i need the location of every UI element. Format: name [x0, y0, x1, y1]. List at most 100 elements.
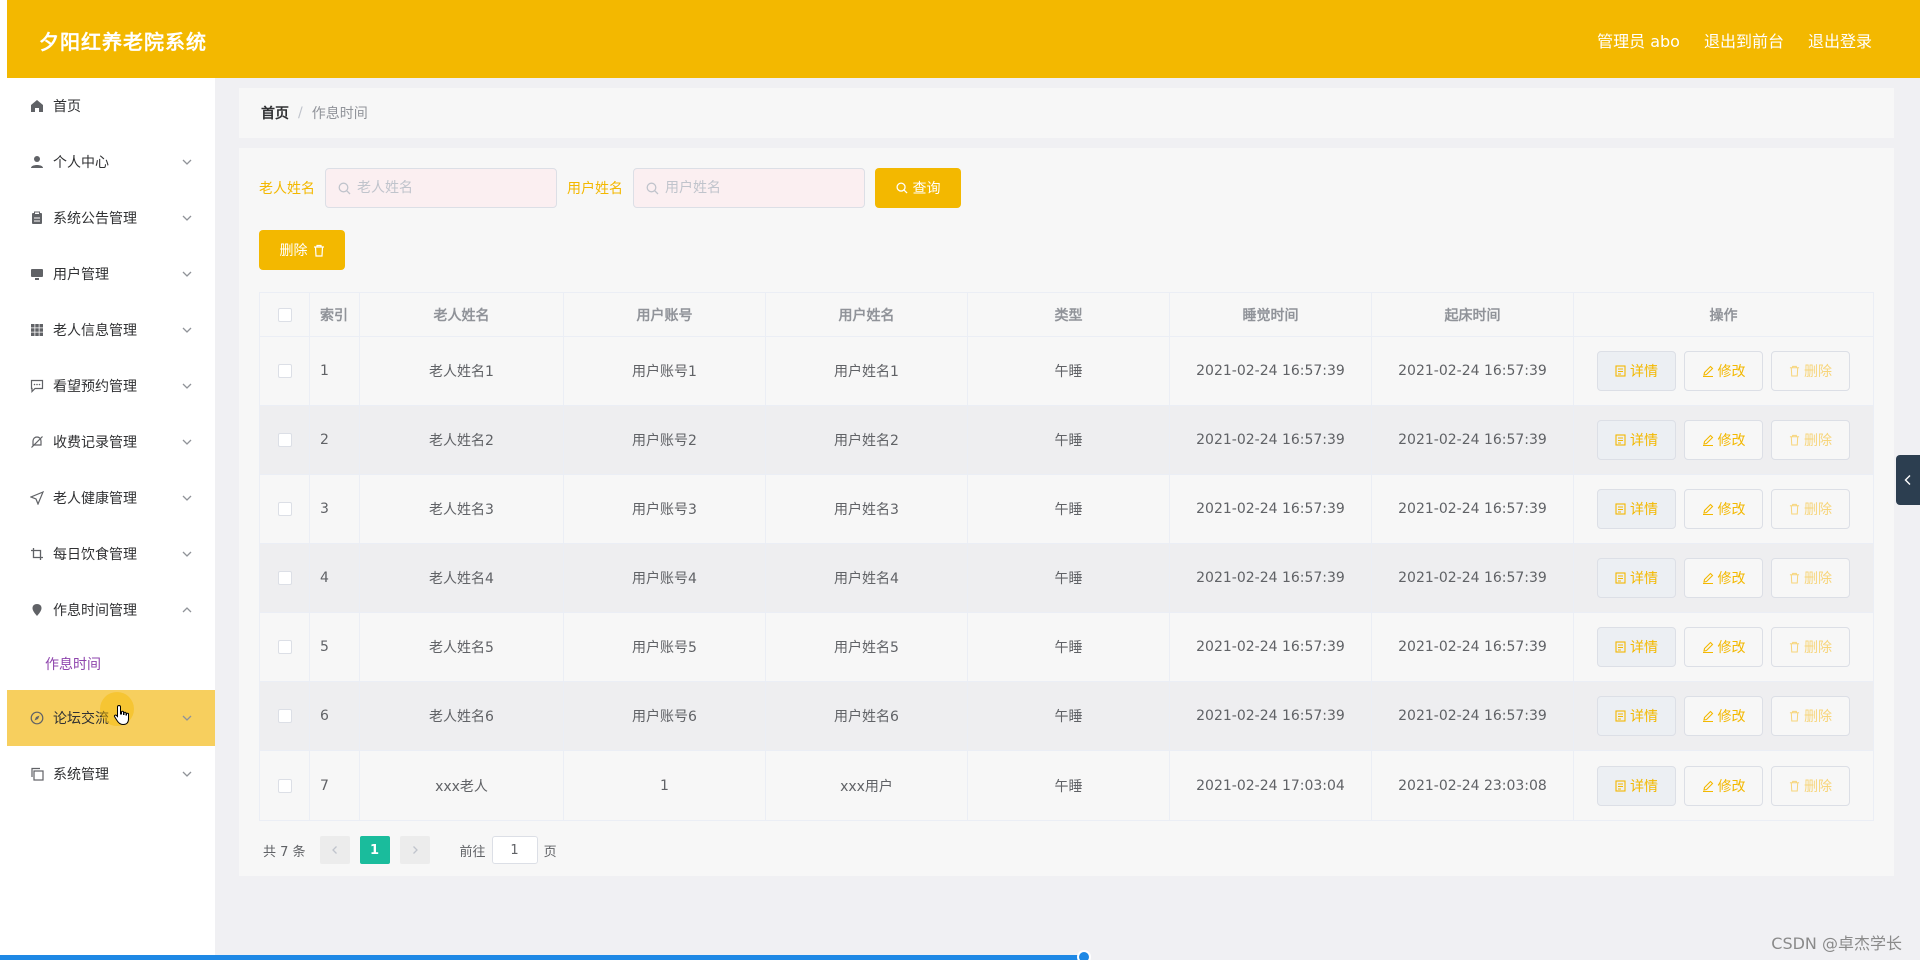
cell-select	[260, 406, 310, 474]
collapse-toggle-button[interactable]	[1896, 455, 1920, 505]
delete-button[interactable]: 删除	[1771, 489, 1850, 529]
detail-button[interactable]: 详情	[1597, 489, 1676, 529]
edit-button[interactable]: 修改	[1684, 420, 1763, 460]
trash-icon	[313, 244, 324, 257]
edit-button[interactable]: 修改	[1684, 696, 1763, 736]
table-row: 2 老人姓名2 用户账号2 用户姓名2 午睡 2021-02-24 16:57:39 202…	[260, 406, 1873, 475]
row-checkbox[interactable]	[277, 433, 292, 447]
delete-button[interactable]: 删除	[1771, 351, 1850, 391]
delete-button[interactable]: 删除	[1771, 696, 1850, 736]
cell-index: 5	[310, 613, 360, 681]
video-progress-bar[interactable]	[0, 955, 1085, 960]
table-row: 5 老人姓名5 用户账号5 用户姓名5 午睡 2021-02-24 16:57:39 202…	[260, 613, 1873, 682]
header-sleep-time: 睡觉时间	[1170, 293, 1372, 336]
cell-wake-time: 2021-02-24 23:03:08	[1372, 751, 1574, 820]
schedule-table: 索引 老人姓名 用户账号 用户姓名 类型 睡觉时间 起床时间 操作 1 老人姓名1…	[259, 292, 1874, 821]
detail-button-label: 详情	[1630, 433, 1658, 449]
edit-icon	[1702, 780, 1713, 792]
edit-button[interactable]: 修改	[1684, 558, 1763, 598]
delete-button[interactable]: 删除	[1771, 420, 1850, 460]
pagination-goto: 前往 页	[460, 836, 557, 864]
sidebar-item-diet[interactable]: 每日饮食管理	[7, 526, 215, 582]
sidebar-subitem-schedule[interactable]: 作息时间	[7, 638, 215, 690]
sidebar-item-health[interactable]: 老人健康管理	[7, 470, 215, 526]
cell-sleep-time: 2021-02-24 16:57:39	[1170, 544, 1372, 612]
detail-button[interactable]: 详情	[1597, 351, 1676, 391]
row-checkbox[interactable]	[277, 709, 292, 723]
prev-page-button[interactable]	[319, 836, 350, 864]
chevron-down-icon	[182, 327, 192, 333]
edit-button-label: 修改	[1717, 571, 1746, 587]
row-checkbox[interactable]	[277, 778, 292, 793]
row-checkbox[interactable]	[277, 502, 292, 516]
clipboard-icon	[29, 210, 45, 226]
select-all-checkbox[interactable]	[277, 307, 292, 322]
edit-button[interactable]: 修改	[1684, 351, 1763, 391]
cell-user-account: 用户账号2	[564, 406, 766, 474]
page-number-button[interactable]: 1	[359, 836, 390, 864]
sidebar-item-fees[interactable]: 收费记录管理	[7, 414, 215, 470]
delete-button[interactable]: 删除	[1771, 558, 1850, 598]
table-row: 6 老人姓名6 用户账号6 用户姓名6 午睡 2021-02-24 16:57:39 202…	[260, 682, 1873, 751]
sidebar-item-personal[interactable]: 个人中心	[7, 134, 215, 190]
breadcrumb-home[interactable]: 首页	[261, 103, 289, 123]
cell-user-name: 用户姓名1	[766, 337, 968, 405]
trash-icon	[1789, 503, 1800, 515]
app-header: 夕阳红养老院系统 管理员 abo 退出到前台 退出登录	[7, 0, 1920, 78]
cell-index: 1	[310, 337, 360, 405]
compass-icon	[29, 710, 45, 726]
row-checkbox[interactable]	[277, 640, 292, 654]
sidebar-item-elder-info[interactable]: 老人信息管理	[7, 302, 215, 358]
cell-user-account: 用户账号1	[564, 337, 766, 405]
edit-button[interactable]: 修改	[1684, 765, 1763, 806]
next-page-button[interactable]	[399, 836, 430, 864]
delete-button[interactable]: 删除	[1771, 765, 1850, 806]
copy-icon	[29, 766, 45, 782]
crop-icon	[29, 546, 45, 562]
sidebar-item-notice[interactable]: 系统公告管理	[7, 190, 215, 246]
detail-button[interactable]: 详情	[1597, 627, 1676, 667]
sidebar-item-label: 每日饮食管理	[53, 547, 137, 563]
chevron-down-icon	[182, 715, 192, 721]
cell-actions: 详情 修改 删除	[1574, 682, 1873, 750]
edit-button[interactable]: 修改	[1684, 627, 1763, 667]
edit-button-label: 修改	[1717, 778, 1746, 795]
row-checkbox[interactable]	[277, 571, 292, 585]
cell-actions: 详情 修改 删除	[1574, 613, 1873, 681]
edit-button[interactable]: 修改	[1684, 489, 1763, 529]
elder-name-input[interactable]	[357, 180, 547, 196]
sidebar-item-home[interactable]: 首页	[7, 78, 215, 134]
detail-button[interactable]: 详情	[1597, 420, 1676, 460]
batch-delete-button[interactable]: 删除	[259, 230, 345, 270]
detail-button[interactable]: 详情	[1597, 558, 1676, 598]
goto-page-input[interactable]	[491, 836, 538, 864]
sidebar-item-system[interactable]: 系统管理	[7, 746, 215, 802]
watermark-text: CSDN @卓杰学长	[1771, 934, 1902, 953]
user-name-input[interactable]	[665, 180, 855, 196]
edit-icon	[1702, 365, 1713, 377]
cell-select	[260, 682, 310, 750]
header-wake-time: 起床时间	[1372, 293, 1574, 336]
sidebar-item-label: 作息时间管理	[53, 603, 137, 619]
cell-sleep-time: 2021-02-24 16:57:39	[1170, 613, 1372, 681]
header-select-all-cell	[260, 293, 310, 336]
delete-button[interactable]: 删除	[1771, 627, 1850, 667]
edit-icon	[1702, 434, 1713, 446]
detail-button-label: 详情	[1630, 709, 1658, 725]
detail-button[interactable]: 详情	[1597, 696, 1676, 736]
detail-button[interactable]: 详情	[1597, 765, 1676, 806]
elder-name-label: 老人姓名	[259, 181, 315, 197]
cell-elder-name: 老人姓名3	[360, 475, 564, 543]
logout-link[interactable]: 退出登录	[1808, 28, 1872, 52]
sidebar-item-visit[interactable]: 看望预约管理	[7, 358, 215, 414]
video-progress-handle[interactable]	[1077, 950, 1091, 960]
sidebar-item-schedule[interactable]: 作息时间管理	[7, 582, 215, 638]
sidebar-item-users[interactable]: 用户管理	[7, 246, 215, 302]
query-button[interactable]: 查询	[875, 168, 961, 208]
sidebar-item-label: 老人健康管理	[53, 491, 137, 507]
to-front-link[interactable]: 退出到前台	[1704, 28, 1784, 52]
hand-cursor-icon	[113, 704, 129, 726]
row-checkbox[interactable]	[277, 364, 292, 378]
cell-elder-name: xxx老人	[360, 751, 564, 820]
cell-user-name: 用户姓名6	[766, 682, 968, 750]
